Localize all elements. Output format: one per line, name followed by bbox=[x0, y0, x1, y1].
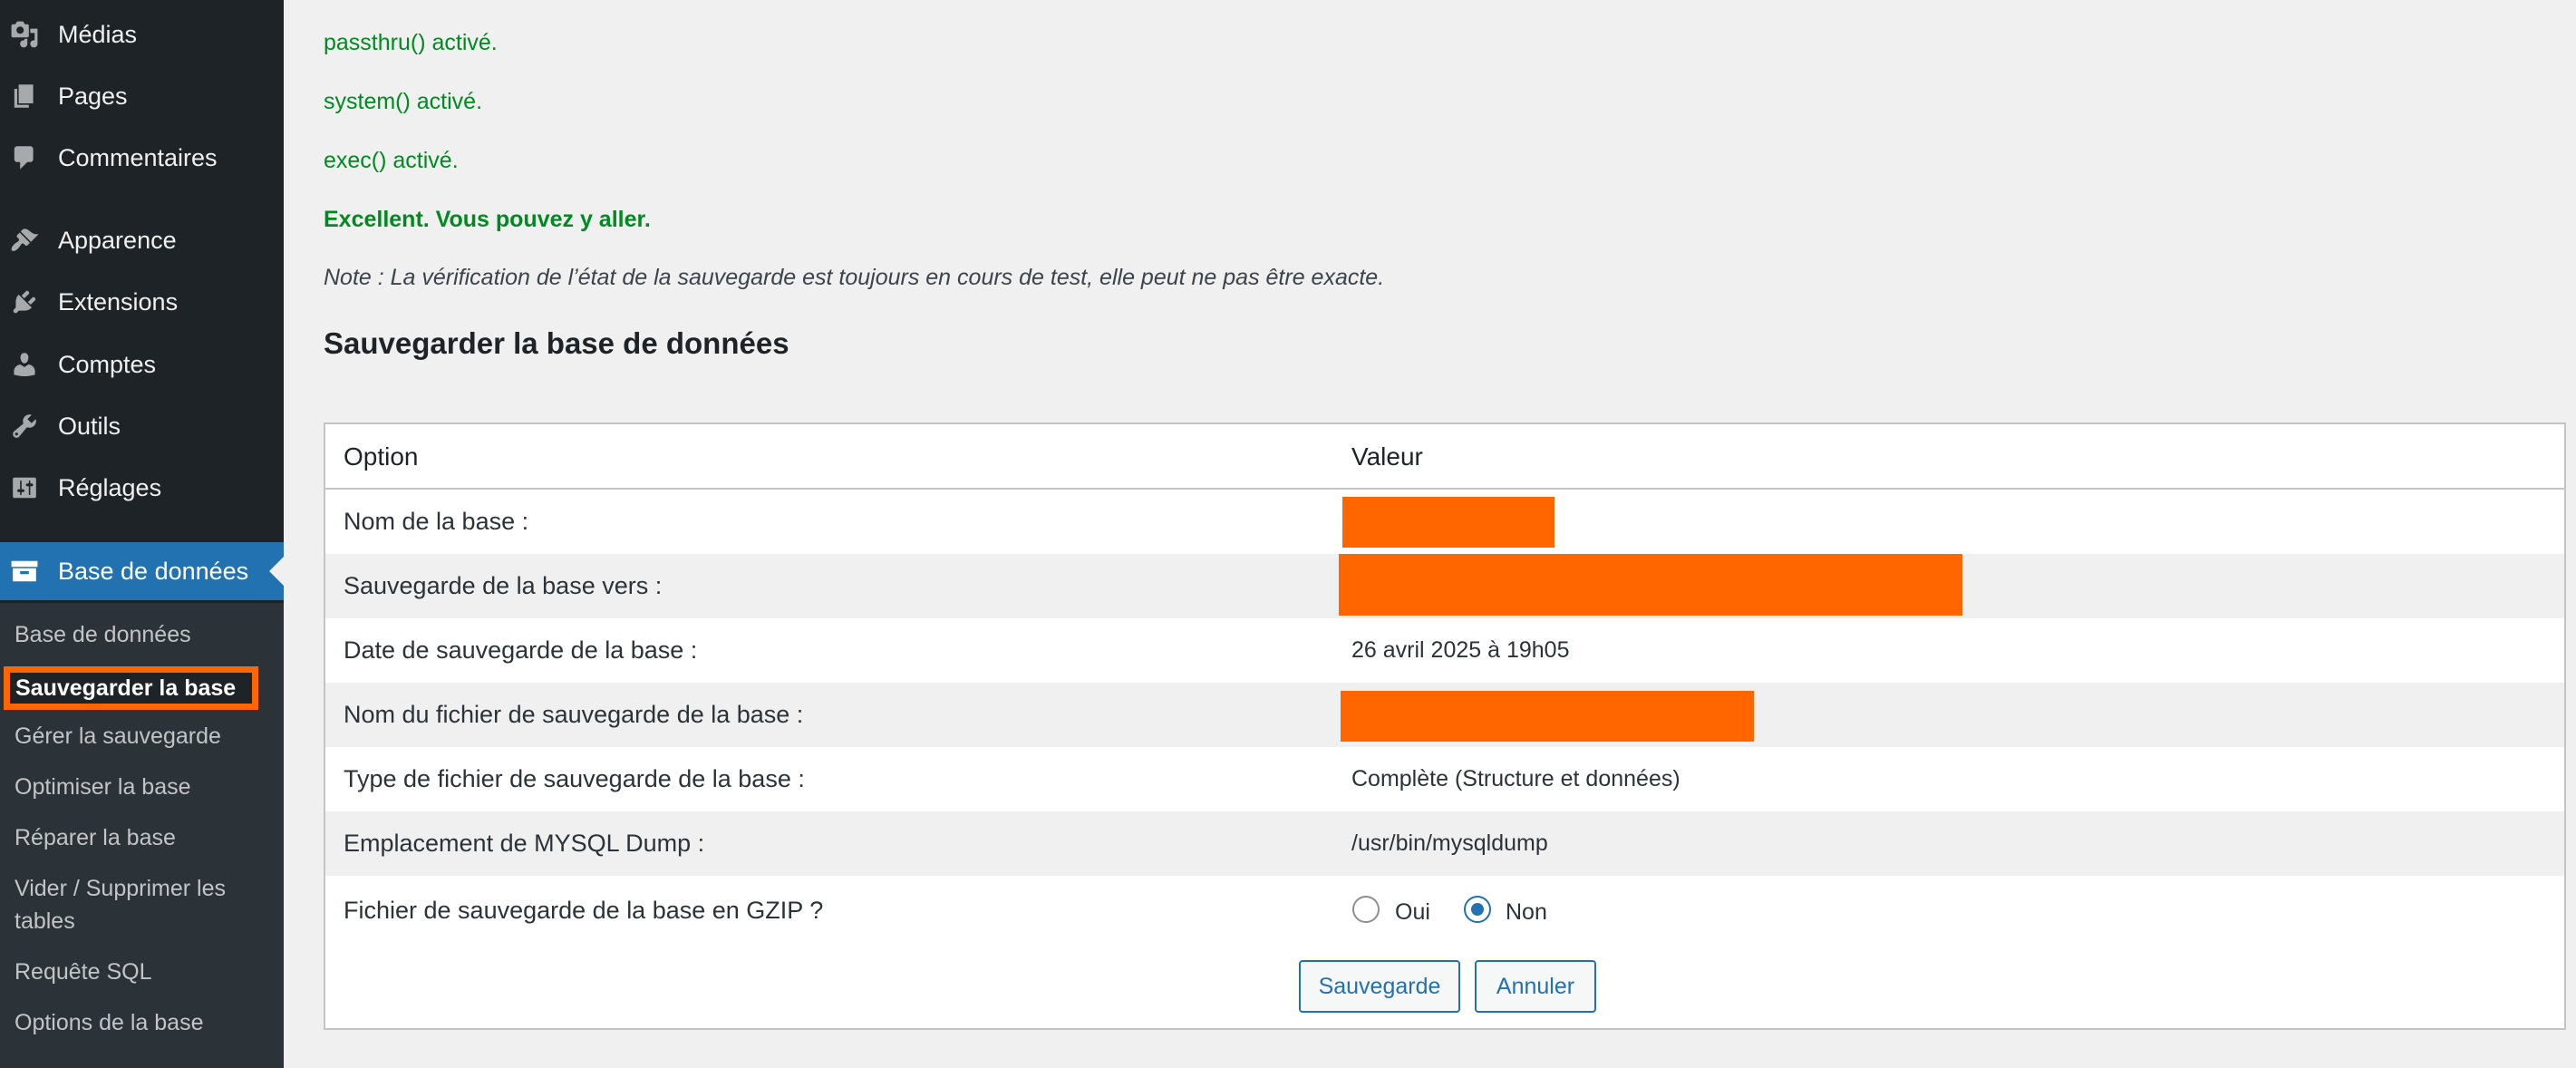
header-value: Valeur bbox=[1351, 442, 1423, 471]
settings-icon bbox=[9, 472, 40, 503]
submenu-item-manage-backup[interactable]: Gérer la sauvegarde bbox=[15, 720, 221, 752]
submenu-item-database[interactable]: Base de données bbox=[15, 618, 191, 651]
menu-label: Apparence bbox=[58, 226, 177, 254]
header-option: Option bbox=[344, 442, 419, 471]
save-button[interactable]: Sauvegarde bbox=[1299, 960, 1460, 1013]
appearance-icon bbox=[9, 225, 40, 256]
row-value-mysqldump: /usr/bin/mysqldump bbox=[1351, 830, 1548, 856]
menu-label: Base de données bbox=[58, 557, 249, 585]
menu-label: Comptes bbox=[58, 350, 157, 378]
status-exec: exec() activé. bbox=[324, 148, 459, 173]
plugins-icon bbox=[9, 286, 40, 317]
database-submenu: Base de données Sauvegarder la base Gére… bbox=[0, 603, 284, 1068]
menu-label: Médias bbox=[58, 20, 138, 48]
users-icon bbox=[9, 349, 40, 380]
gzip-no-label[interactable]: Non bbox=[1506, 899, 1547, 926]
pages-icon bbox=[9, 81, 40, 112]
menu-item-tools[interactable]: Outils bbox=[0, 399, 284, 453]
status-passthru: passthru() activé. bbox=[324, 30, 498, 55]
menu-item-settings[interactable]: Réglages bbox=[0, 461, 284, 515]
menu-label: Commentaires bbox=[58, 143, 218, 171]
table-row: Sauvegarde de la base vers : bbox=[325, 554, 2564, 618]
submenu-item-empty-drop[interactable]: Vider / Supprimer les bbox=[15, 872, 226, 905]
submenu-item-repair[interactable]: Réparer la base bbox=[15, 821, 176, 854]
menu-item-extensions[interactable]: Extensions bbox=[0, 275, 284, 329]
submenu-item-optimize[interactable]: Optimiser la base bbox=[15, 771, 191, 803]
comments-icon bbox=[9, 142, 40, 173]
menu-label: Pages bbox=[58, 82, 128, 110]
backup-options-table: Option Valeur Nom de la base : Sauvegard… bbox=[324, 422, 2566, 1030]
gzip-yes-label[interactable]: Oui bbox=[1395, 899, 1430, 926]
row-label-db-name: Nom de la base : bbox=[344, 508, 529, 535]
submenu-item-options[interactable]: Options de la base bbox=[15, 1006, 203, 1039]
main-content: passthru() activé. system() activé. exec… bbox=[284, 0, 2576, 1068]
menu-item-comments[interactable]: Commentaires bbox=[0, 131, 284, 185]
row-label-file-type: Type de fichier de sauvegarde de la base… bbox=[344, 765, 805, 792]
row-label-backup-date: Date de sauvegarde de la base : bbox=[344, 636, 698, 664]
redacted-value bbox=[1342, 497, 1554, 548]
menu-item-users[interactable]: Comptes bbox=[0, 337, 284, 392]
table-row: Emplacement de MYSQL Dump : /usr/bin/mys… bbox=[325, 811, 2564, 876]
active-arrow-icon bbox=[269, 557, 284, 586]
table-row: Type de fichier de sauvegarde de la base… bbox=[325, 747, 2564, 811]
submenu-item-empty-drop-cont[interactable]: tables bbox=[15, 905, 75, 937]
table-row: Nom de la base : bbox=[325, 490, 2564, 554]
menu-label: Extensions bbox=[58, 287, 179, 316]
media-icon bbox=[9, 19, 40, 50]
row-label-mysqldump: Emplacement de MYSQL Dump : bbox=[344, 830, 705, 857]
menu-item-pages[interactable]: Pages bbox=[0, 69, 284, 123]
redacted-value bbox=[1339, 554, 1962, 616]
database-icon bbox=[9, 556, 40, 587]
gzip-no-radio[interactable] bbox=[1464, 896, 1491, 923]
table-row: Date de sauvegarde de la base : 26 avril… bbox=[325, 618, 2564, 683]
table-row: Fichier de sauvegarde de la base en GZIP… bbox=[325, 876, 2564, 940]
menu-label: Réglages bbox=[58, 473, 162, 501]
table-header: Option Valeur bbox=[325, 424, 2564, 490]
tools-icon bbox=[9, 411, 40, 442]
menu-item-media[interactable]: Médias bbox=[0, 7, 284, 62]
admin-sidebar: Médias Pages Commentaires Apparence Exte… bbox=[0, 0, 284, 1068]
menu-item-appearance[interactable]: Apparence bbox=[0, 213, 284, 267]
redacted-value bbox=[1341, 691, 1754, 742]
submenu-item-backup[interactable]: Sauvegarder la base bbox=[4, 666, 259, 710]
cancel-button[interactable]: Annuler bbox=[1475, 960, 1596, 1013]
table-row: Nom du fichier de sauvegarde de la base … bbox=[325, 683, 2564, 747]
row-label-backup-to: Sauvegarde de la base vers : bbox=[344, 572, 663, 599]
gzip-yes-radio[interactable] bbox=[1352, 896, 1380, 923]
row-value-backup-date: 26 avril 2025 à 19h05 bbox=[1351, 637, 1570, 663]
status-system: system() activé. bbox=[324, 89, 483, 114]
section-title: Sauvegarder la base de données bbox=[324, 326, 789, 360]
row-label-backup-filename: Nom du fichier de sauvegarde de la base … bbox=[344, 701, 804, 728]
menu-label: Outils bbox=[58, 412, 121, 440]
row-value-file-type: Complète (Structure et données) bbox=[1351, 766, 1680, 791]
row-label-gzip: Fichier de sauvegarde de la base en GZIP… bbox=[344, 897, 824, 924]
menu-item-database[interactable]: Base de données bbox=[0, 542, 284, 600]
note-text: Note : La vérification de l’état de la s… bbox=[324, 265, 1385, 290]
status-summary: Excellent. Vous pouvez y aller. bbox=[324, 207, 651, 232]
submenu-item-sql-query[interactable]: Requête SQL bbox=[15, 956, 152, 988]
